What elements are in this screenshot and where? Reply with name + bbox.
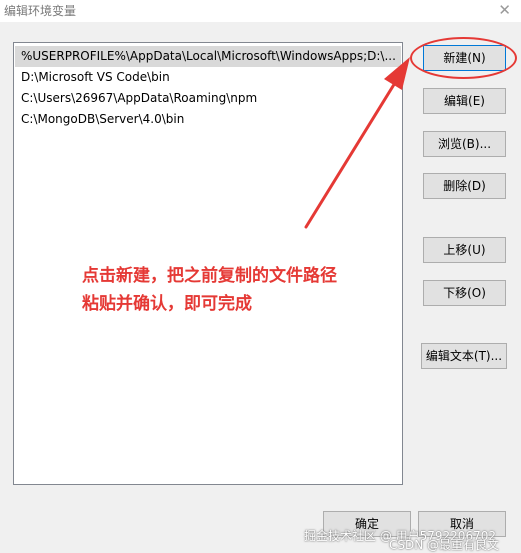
watermark-secondary: CSDN @最重有良文 — [389, 538, 500, 552]
annotation-text: 点击新建，把之前复制的文件路径 粘贴并确认，即可完成 — [82, 262, 337, 318]
annotation-line-2: 粘贴并确认，即可完成 — [82, 294, 252, 314]
annotation-line-1: 点击新建，把之前复制的文件路径 — [82, 266, 337, 286]
